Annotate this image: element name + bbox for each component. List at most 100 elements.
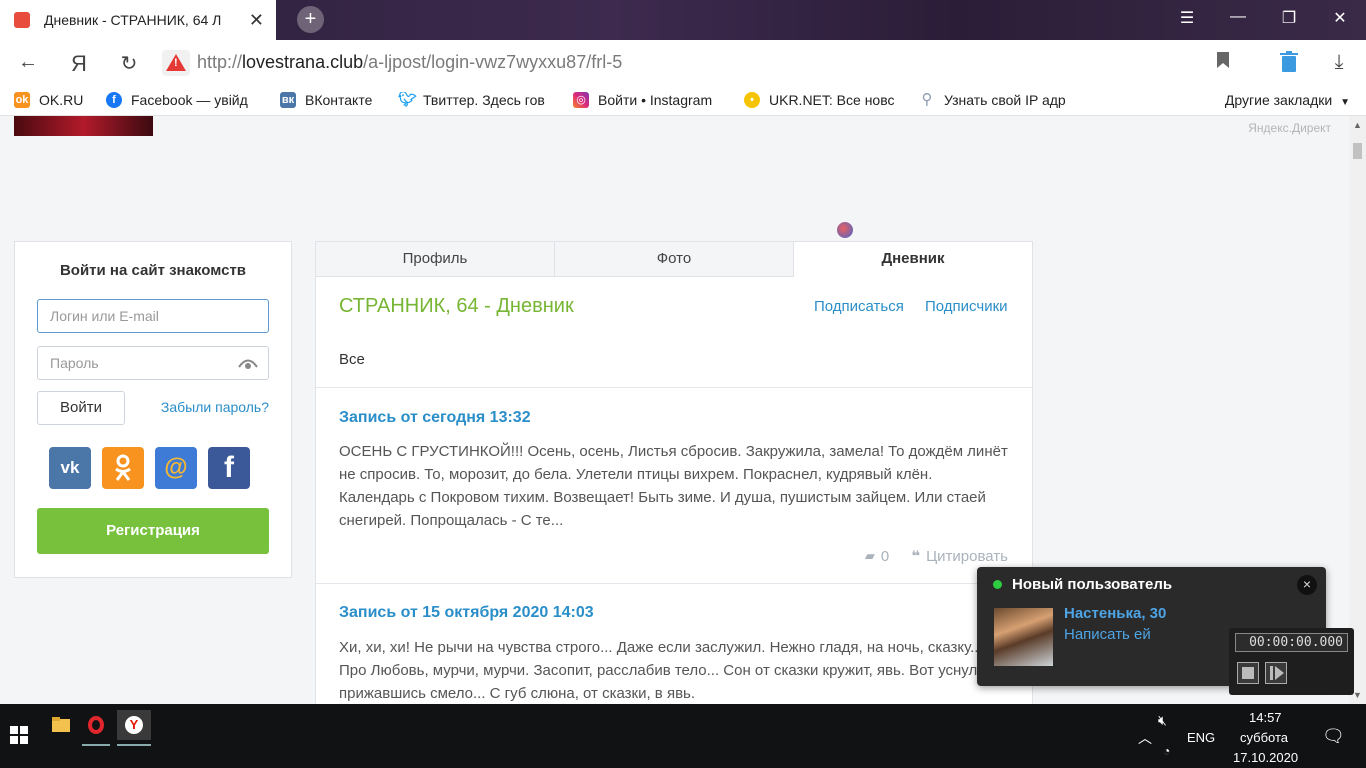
filter-all[interactable]: Все: [339, 351, 365, 368]
divider: [316, 583, 1032, 584]
vk-login-button[interactable]: vk: [49, 447, 91, 489]
download-icon[interactable]: ⤓: [1327, 51, 1351, 74]
reload-icon[interactable]: ↻: [117, 51, 141, 76]
clock-time[interactable]: 14:57: [1249, 710, 1282, 725]
insecure-warning-icon[interactable]: !: [162, 50, 190, 76]
stop-icon[interactable]: [1237, 662, 1259, 684]
tab-photo[interactable]: Фото: [555, 242, 794, 277]
comment-count[interactable]: 0: [881, 548, 889, 565]
windows-taskbar: Y 🔇︎ ︿ ◔ ENG 14:57 суббота 17.10.2020 🗨︎: [0, 704, 1366, 768]
show-password-icon[interactable]: [238, 357, 258, 369]
scroll-up-icon[interactable]: ▲: [1353, 120, 1362, 130]
mailru-login-button[interactable]: @: [155, 447, 197, 489]
bookmark-label: OK.RU: [39, 92, 84, 108]
bookmark-item[interactable]: ok OK.RU: [14, 92, 83, 108]
bookmark-item[interactable]: ◎ Войти • Instagram: [573, 92, 712, 108]
tray-chevron-up-icon[interactable]: ︿: [1138, 728, 1152, 748]
search-icon: ⚲: [921, 92, 933, 108]
avatar[interactable]: [994, 608, 1053, 666]
notification-center-icon[interactable]: 🗨︎: [1322, 726, 1345, 747]
url-prefix: http://: [197, 52, 243, 72]
tab-close-icon[interactable]: ✕: [249, 10, 264, 31]
restore-icon[interactable]: ❐: [1277, 8, 1301, 28]
yandex-direct-label[interactable]: Яндекс.Директ: [1248, 121, 1331, 135]
windows-start-icon[interactable]: [10, 726, 28, 744]
clock-date[interactable]: 17.10.2020: [1233, 750, 1298, 765]
chevron-down-icon: ▼: [1340, 97, 1350, 108]
bookmark-item[interactable]: ⚲ Узнать свой IP адр: [919, 92, 1075, 108]
opera-icon[interactable]: [82, 710, 110, 746]
entry-title[interactable]: Запись от сегодня 13:32: [339, 409, 531, 427]
user-name-link[interactable]: Настенька, 30: [1064, 605, 1166, 622]
bookmark-label: Твиттер. Здесь гов: [423, 92, 545, 108]
quote-link[interactable]: Цитировать: [926, 548, 1008, 565]
entry-meta: ▰ 0 ❝ Цитировать: [865, 547, 1008, 566]
other-bookmarks-button[interactable]: Другие закладки ▼: [1225, 92, 1350, 108]
facebook-login-button[interactable]: f: [208, 447, 250, 489]
entry-title[interactable]: Запись от 15 октября 2020 14:03: [339, 604, 594, 622]
login-input[interactable]: Логин или E-mail: [37, 299, 269, 333]
trash-icon[interactable]: [1277, 51, 1301, 79]
bookmark-item[interactable]: f Facebook — увійд: [106, 92, 261, 108]
record-pause-icon[interactable]: [1265, 662, 1287, 684]
minimize-icon[interactable]: —: [1226, 8, 1250, 26]
ok-login-button[interactable]: [102, 447, 144, 489]
address-bar: ← Я ↻ ! http://lovestrana.club/a-ljpost/…: [0, 40, 1366, 86]
notification-close-button[interactable]: ×: [1297, 575, 1317, 595]
bookmark-item[interactable]: вк ВКонтакте: [280, 92, 372, 108]
entry-text: ОСЕНЬ С ГРУСТИНКОЙ!!! Осень, осень, Лист…: [339, 443, 1008, 529]
file-explorer-icon[interactable]: [47, 710, 75, 740]
subscribers-link[interactable]: Подписчики: [925, 298, 1008, 315]
yandex-browser-icon[interactable]: Y: [117, 710, 151, 746]
menu-icon[interactable]: ☰: [1175, 8, 1199, 28]
back-icon[interactable]: ←: [16, 51, 40, 74]
url-path: /a-ljpost/login-vwz7wyxxu87/frl-5: [363, 52, 623, 72]
facebook-icon: f: [106, 92, 122, 108]
page-title: СТРАННИК, 64 - Дневник: [339, 295, 574, 317]
tab-diary[interactable]: Дневник: [794, 242, 1032, 277]
password-placeholder: Пароль: [50, 355, 99, 371]
forgot-password-link[interactable]: Забыли пароль?: [161, 399, 269, 415]
url-field[interactable]: http://lovestrana.club/a-ljpost/login-vw…: [197, 52, 622, 73]
twitter-icon: 🐦︎: [398, 92, 418, 108]
volume-muted-icon[interactable]: 🔇︎: [1158, 712, 1167, 729]
bookmarks-bar: ok OK.RU f Facebook — увійд вк ВКонтакте…: [0, 86, 1366, 116]
clock-day[interactable]: суббота: [1240, 730, 1288, 745]
bookmark-label: ВКонтакте: [305, 92, 373, 108]
tab-profile[interactable]: Профиль: [316, 242, 555, 277]
language-indicator[interactable]: ENG: [1187, 730, 1215, 745]
screen-recorder-widget: 00:00:00.000: [1229, 628, 1354, 695]
online-indicator-icon: [993, 580, 1002, 589]
new-tab-button[interactable]: +: [297, 6, 324, 33]
bookmark-label: Войти • Instagram: [598, 92, 713, 108]
diary-card: Профиль Фото Дневник СТРАННИК, 64 - Днев…: [315, 241, 1033, 704]
yandex-icon[interactable]: Я: [67, 51, 91, 77]
recorder-timer: 00:00:00.000: [1235, 633, 1348, 652]
bookmark-item[interactable]: • UKR.NET: Все новс: [744, 92, 900, 108]
close-window-icon[interactable]: ✕: [1328, 8, 1352, 28]
banner-image[interactable]: [14, 116, 153, 136]
ok-icon: ok: [14, 92, 30, 108]
ad-info-icon[interactable]: [837, 222, 853, 238]
instagram-icon: ◎: [573, 92, 589, 108]
bookmark-item[interactable]: 🐦︎ Твиттер. Здесь гов: [398, 92, 553, 108]
bookmark-label: Facebook — увійд: [131, 92, 248, 108]
scroll-thumb[interactable]: [1353, 143, 1362, 159]
bookmark-icon[interactable]: [1211, 51, 1235, 74]
vk-icon: вк: [280, 92, 296, 108]
browser-tab[interactable]: Дневник - СТРАННИК, 64 Л ✕: [0, 0, 276, 40]
comment-icon[interactable]: ▰: [865, 548, 875, 564]
register-button[interactable]: Регистрация: [37, 508, 269, 554]
bookmark-label: Узнать свой IP адр: [944, 92, 1066, 108]
divider: [316, 387, 1032, 388]
network-icon[interactable]: ◔: [1163, 744, 1170, 758]
scroll-down-icon[interactable]: ▼: [1353, 690, 1362, 700]
write-message-link[interactable]: Написать ей: [1064, 626, 1151, 643]
profile-tabs: Профиль Фото Дневник: [316, 242, 1032, 277]
password-input[interactable]: Пароль: [37, 346, 269, 380]
ukrnet-icon: •: [744, 92, 760, 108]
login-submit-button[interactable]: Войти: [37, 391, 125, 425]
subscribe-link[interactable]: Подписаться: [814, 298, 904, 315]
login-panel: Войти на сайт знакомств Логин или E-mail…: [14, 241, 292, 578]
page-scrollbar[interactable]: ▲ ▼: [1349, 116, 1366, 704]
